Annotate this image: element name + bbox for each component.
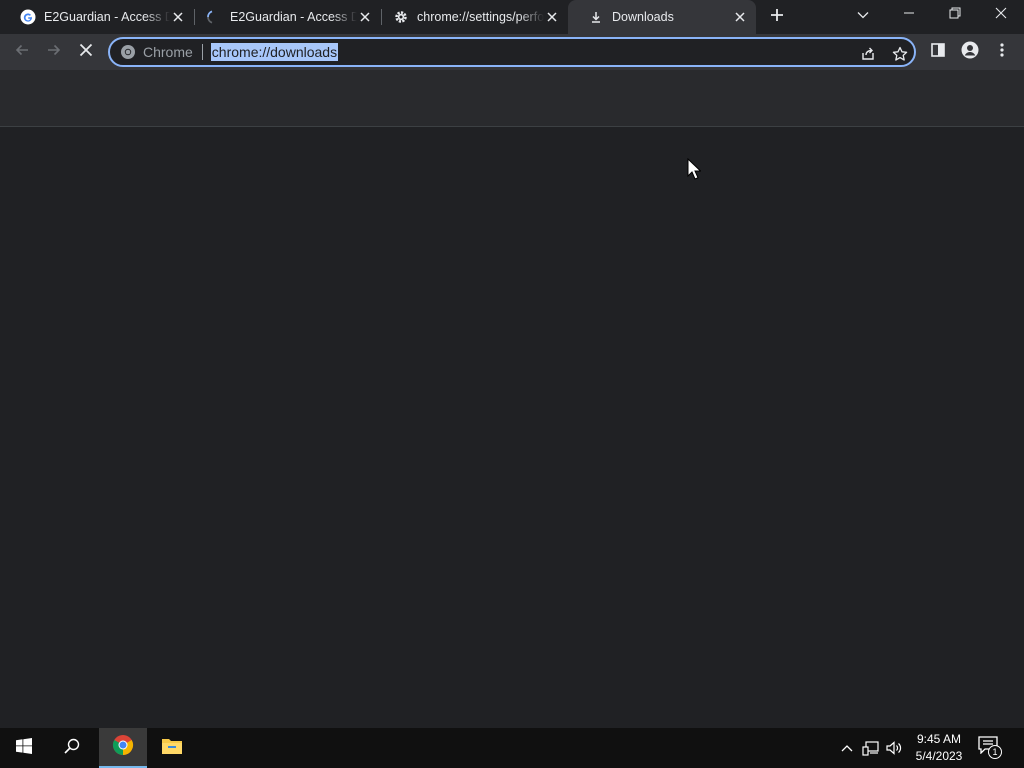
tab-search-button[interactable] [840,0,886,30]
close-icon[interactable] [357,9,373,25]
search-icon [64,738,80,759]
download-icon [588,9,604,25]
tab-e2guardian-1[interactable]: E2Guardian - Access De [0,0,194,34]
notification-count-badge: 1 [988,745,1002,759]
close-icon [79,43,93,62]
arrow-right-icon [46,42,62,63]
mouse-cursor-icon [687,157,702,185]
volume-icon[interactable] [884,738,904,758]
tab-title: E2Guardian - Access De [44,10,170,24]
menu-button[interactable] [988,38,1016,66]
restore-button[interactable] [932,0,978,30]
minimize-icon [903,6,915,24]
tab-title: E2Guardian - Access De [230,10,357,24]
close-icon[interactable] [170,9,186,25]
share-icon[interactable] [858,44,878,64]
plus-icon [770,8,784,27]
address-bar[interactable]: Chrome chrome://downloads [108,37,916,67]
windows-taskbar: 9:45 AM 5/4/2023 1 [0,728,1024,768]
taskbar-file-explorer[interactable] [148,728,196,768]
taskbar-clock[interactable]: 9:45 AM 5/4/2023 [908,731,970,765]
clock-date: 5/4/2023 [915,749,963,763]
tab-settings-performance[interactable]: chrome://settings/perfo [373,0,568,34]
url-text[interactable]: chrome://downloads [210,43,339,61]
search-button[interactable] [48,728,96,768]
taskbar-chrome[interactable] [99,728,147,768]
chevron-up-icon[interactable] [837,738,857,758]
stop-loading-button[interactable] [72,38,100,66]
restore-icon [949,6,961,24]
new-tab-button[interactable] [766,6,788,28]
profile-button[interactable] [956,38,984,66]
gear-icon [393,9,409,25]
chrome-logo-icon [112,734,134,761]
tab-downloads[interactable]: Downloads [568,0,756,34]
back-button[interactable] [8,38,36,66]
forward-button[interactable] [40,38,68,66]
browser-toolbar: Chrome chrome://downloads [0,34,1024,70]
site-chip: Chrome [143,44,203,60]
loading-spinner-icon [206,9,222,25]
close-window-button[interactable] [978,0,1024,30]
tab-title: chrome://settings/perfo [417,10,544,24]
downloads-header-bar [0,70,1024,127]
bookmark-star-icon[interactable] [890,44,910,64]
minimize-button[interactable] [886,0,932,30]
chevron-down-icon [857,6,869,24]
tab-e2guardian-2[interactable]: E2Guardian - Access De [186,0,381,34]
folder-icon [161,737,183,760]
tab-strip: E2Guardian - Access De E2Guardian - Acce… [0,0,1024,34]
start-button[interactable] [0,728,48,768]
arrow-left-icon [14,42,30,63]
notification-center-button[interactable]: 1 [978,736,1006,762]
clock-time: 9:45 AM [916,732,962,746]
avatar-icon [961,41,979,64]
close-icon [995,6,1007,24]
side-panel-icon [930,42,946,63]
tab-title: Downloads [612,10,674,24]
close-icon[interactable] [732,9,748,25]
network-icon[interactable] [861,738,881,758]
side-panel-button[interactable] [924,38,952,66]
google-g-icon [20,9,36,25]
chrome-logo-icon [120,44,136,60]
windows-logo-icon [16,737,32,759]
downloads-page-content [0,127,1024,728]
kebab-menu-icon [1000,42,1004,63]
close-icon[interactable] [544,9,560,25]
